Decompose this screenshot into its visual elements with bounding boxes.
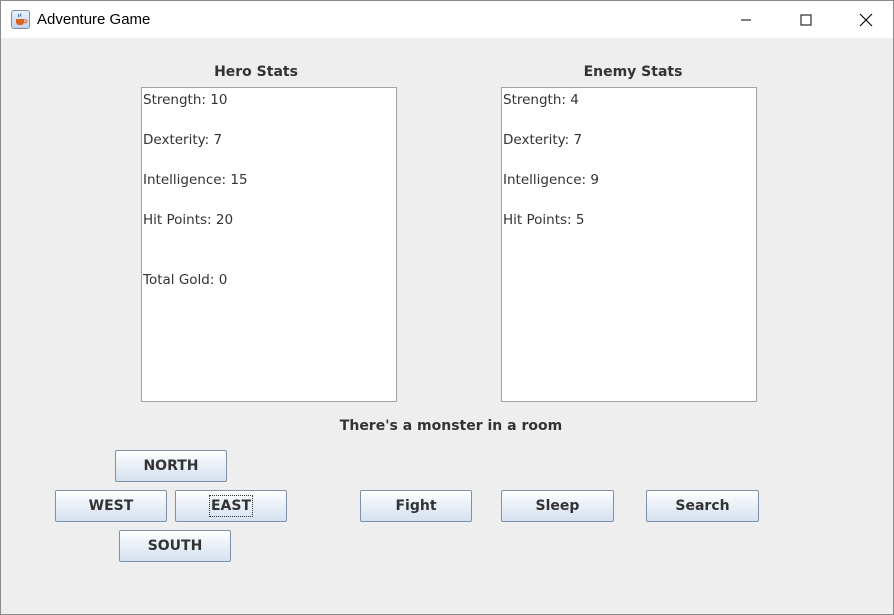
- hero-strength: Strength: 10: [143, 92, 228, 108]
- status-message: There's a monster in a room: [339, 418, 563, 434]
- sleep-button[interactable]: Sleep: [501, 490, 614, 522]
- title-bar[interactable]: Adventure Game: [1, 1, 893, 38]
- maximize-button[interactable]: [783, 1, 829, 38]
- minimize-icon: [741, 19, 751, 20]
- maximize-icon: [800, 14, 812, 25]
- close-icon: [859, 13, 873, 26]
- enemy-strength: Strength: 4: [503, 92, 579, 108]
- enemy-hit-points: Hit Points: 5: [503, 212, 585, 228]
- java-cup-icon: [11, 10, 30, 29]
- hero-stats-label: Hero Stats: [214, 64, 298, 80]
- hero-dexterity: Dexterity: 7: [143, 132, 223, 148]
- enemy-dexterity: Dexterity: 7: [503, 132, 583, 148]
- south-button[interactable]: SOUTH: [119, 530, 231, 562]
- app-window: Adventure Game Hero Stats Strength: 10 D…: [0, 0, 894, 615]
- east-button[interactable]: EAST: [175, 490, 287, 522]
- east-button-label: EAST: [208, 495, 254, 517]
- hero-hit-points: Hit Points: 20: [143, 212, 234, 228]
- enemy-stats-area[interactable]: Strength: 4 Dexterity: 7 Intelligence: 9…: [501, 87, 757, 402]
- hero-stats-area[interactable]: Strength: 10 Dexterity: 7 Intelligence: …: [141, 87, 397, 402]
- game-panel: Hero Stats Strength: 10 Dexterity: 7 Int…: [1, 38, 893, 614]
- search-button[interactable]: Search: [646, 490, 759, 522]
- enemy-intelligence: Intelligence: 9: [503, 172, 599, 188]
- west-button[interactable]: WEST: [55, 490, 167, 522]
- fight-button[interactable]: Fight: [360, 490, 472, 522]
- close-button[interactable]: [843, 1, 889, 38]
- enemy-stats-label: Enemy Stats: [583, 64, 683, 80]
- window-title: Adventure Game: [37, 11, 151, 28]
- minimize-button[interactable]: [723, 1, 769, 38]
- north-button[interactable]: NORTH: [115, 450, 227, 482]
- hero-intelligence: Intelligence: 15: [143, 172, 248, 188]
- hero-total-gold: Total Gold: 0: [143, 272, 228, 288]
